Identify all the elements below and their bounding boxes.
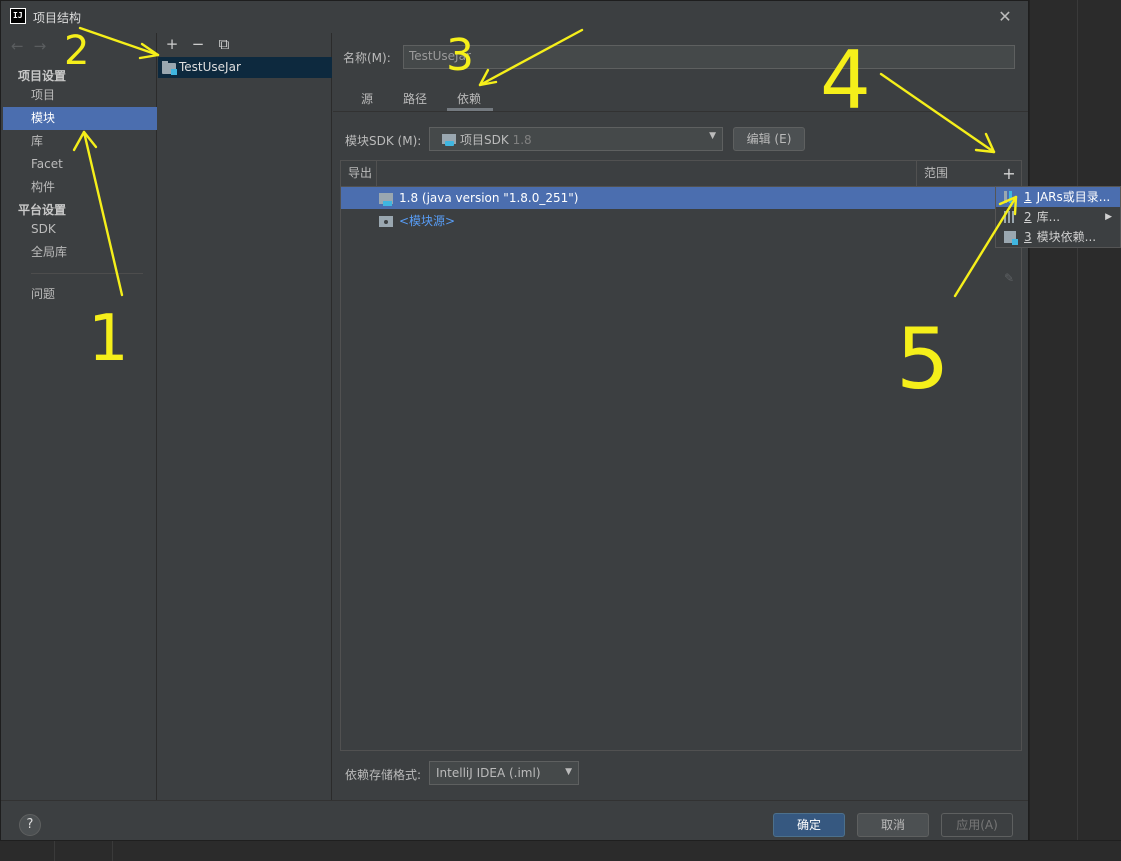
chevron-down-icon: ▼ bbox=[565, 767, 572, 777]
forward-arrow-icon[interactable]: → bbox=[34, 37, 47, 55]
module-sdk-label: 模块SDK (M): bbox=[345, 134, 422, 148]
source-folder-icon bbox=[379, 216, 393, 227]
tab-divider bbox=[333, 111, 1028, 112]
nav-item-sdk[interactable]: SDK bbox=[3, 218, 157, 241]
intellij-app-icon: IJ bbox=[10, 8, 26, 24]
dependencies-side-toolbar: + ✎ bbox=[996, 160, 1022, 751]
submenu-arrow-icon: ▶ bbox=[1105, 212, 1112, 222]
apply-button[interactable]: 应用(A) bbox=[941, 813, 1013, 837]
ok-button[interactable]: 确定 bbox=[773, 813, 845, 837]
menu-item-module-dependency[interactable]: 3 模块依赖... bbox=[996, 227, 1120, 247]
storage-format-dropdown[interactable]: IntelliJ IDEA (.iml) ▼ bbox=[429, 761, 579, 785]
add-icon[interactable]: + bbox=[164, 35, 180, 55]
column-scope[interactable]: 范围 bbox=[917, 161, 996, 186]
close-icon[interactable]: ✕ bbox=[996, 7, 1014, 27]
sdk-version: 1.8 bbox=[512, 133, 532, 147]
dialog-title: 项目结构 bbox=[33, 11, 82, 25]
module-folder-icon bbox=[162, 61, 177, 75]
help-icon[interactable]: ? bbox=[19, 814, 41, 836]
background-editor-area bbox=[1029, 0, 1121, 861]
back-arrow-icon[interactable]: ← bbox=[11, 37, 24, 55]
chevron-down-icon: ▼ bbox=[709, 131, 716, 141]
nav-history: ← → bbox=[11, 37, 56, 55]
sdk-value: 项目SDK bbox=[460, 133, 509, 147]
nav-section-platform: 平台设置 bbox=[18, 203, 67, 217]
column-export[interactable]: 导出 bbox=[341, 161, 377, 186]
module-list-panel: + − ⧉ TestUseJar bbox=[158, 33, 332, 800]
settings-nav: ← → 项目设置 项目 模块 库 Facet 构件 平台设置 SDK 全局库 问题 bbox=[3, 33, 157, 800]
dependency-row-module-source[interactable]: <模块源> bbox=[341, 210, 996, 232]
nav-item-artifacts[interactable]: 构件 bbox=[3, 176, 157, 199]
nav-item-global-libraries[interactable]: 全局库 bbox=[3, 241, 157, 264]
tab-paths[interactable]: 路径 bbox=[385, 85, 439, 111]
title-bar: IJ 项目结构 ✕ bbox=[1, 1, 1028, 33]
add-dependency-icon[interactable]: + bbox=[996, 163, 1022, 185]
storage-format-label: 依赖存储格式: bbox=[345, 768, 422, 782]
nav-item-project[interactable]: 项目 bbox=[3, 84, 157, 107]
dependency-row-jdk[interactable]: 1.8 (java version "1.8.0_251") bbox=[341, 187, 996, 209]
menu-item-library[interactable]: 2 库... ▶ bbox=[996, 207, 1120, 227]
dependencies-table: 导出 范围 1.8 (java version "1.8.0_251") <模块… bbox=[340, 160, 997, 751]
remove-icon[interactable]: − bbox=[190, 35, 206, 55]
module-toolbar: + − ⧉ bbox=[164, 35, 232, 55]
library-icon bbox=[1004, 211, 1016, 223]
nav-item-problems[interactable]: 问题 bbox=[3, 283, 157, 306]
module-item-label: TestUseJar bbox=[179, 60, 241, 74]
project-structure-dialog: IJ 项目结构 ✕ ← → 项目设置 项目 模块 库 Facet 构件 平台设置 … bbox=[0, 0, 1029, 840]
menu-item-jars[interactable]: 1 JARs或目录... bbox=[996, 187, 1120, 207]
module-settings-panel: 名称(M): TestUseJar 源 路径 依赖 模块SDK (M): 项目S… bbox=[333, 33, 1028, 800]
jdk-folder-icon bbox=[379, 193, 393, 206]
module-tabs: 源 路径 依赖 bbox=[343, 85, 494, 111]
cancel-button[interactable]: 取消 bbox=[857, 813, 929, 837]
copy-icon[interactable]: ⧉ bbox=[216, 35, 232, 55]
background-divider bbox=[1077, 0, 1078, 861]
column-dependency[interactable] bbox=[377, 161, 917, 186]
dependency-row-label: 1.8 (java version "1.8.0_251") bbox=[399, 191, 579, 205]
module-sdk-dropdown[interactable]: 项目SDK 1.8 ▼ bbox=[429, 127, 723, 151]
nav-item-facets[interactable]: Facet bbox=[3, 153, 157, 176]
edit-pencil-icon[interactable]: ✎ bbox=[996, 267, 1022, 289]
dependency-row-label: <模块源> bbox=[399, 214, 456, 228]
sdk-folder-icon bbox=[442, 134, 456, 146]
add-dependency-menu: 1 JARs或目录... 2 库... ▶ 3 模块依赖... bbox=[995, 186, 1121, 248]
tab-dependencies[interactable]: 依赖 bbox=[439, 85, 494, 111]
module-name-label: 名称(M): bbox=[343, 51, 391, 65]
tab-sources[interactable]: 源 bbox=[343, 85, 385, 111]
module-icon bbox=[1004, 231, 1018, 245]
edit-sdk-button[interactable]: 编辑 (E) bbox=[733, 127, 805, 151]
background-status-strip bbox=[0, 840, 1121, 861]
nav-item-modules[interactable]: 模块 bbox=[3, 107, 157, 130]
nav-item-libraries[interactable]: 库 bbox=[3, 130, 157, 153]
dialog-footer: ? 确定 取消 应用(A) bbox=[1, 800, 1028, 840]
nav-section-project: 项目设置 bbox=[18, 69, 67, 83]
storage-format-value: IntelliJ IDEA (.iml) bbox=[436, 766, 541, 780]
module-item[interactable]: TestUseJar bbox=[158, 57, 332, 78]
jar-icon bbox=[1004, 191, 1016, 203]
module-name-field[interactable]: TestUseJar bbox=[403, 45, 1015, 69]
nav-divider bbox=[31, 273, 143, 274]
